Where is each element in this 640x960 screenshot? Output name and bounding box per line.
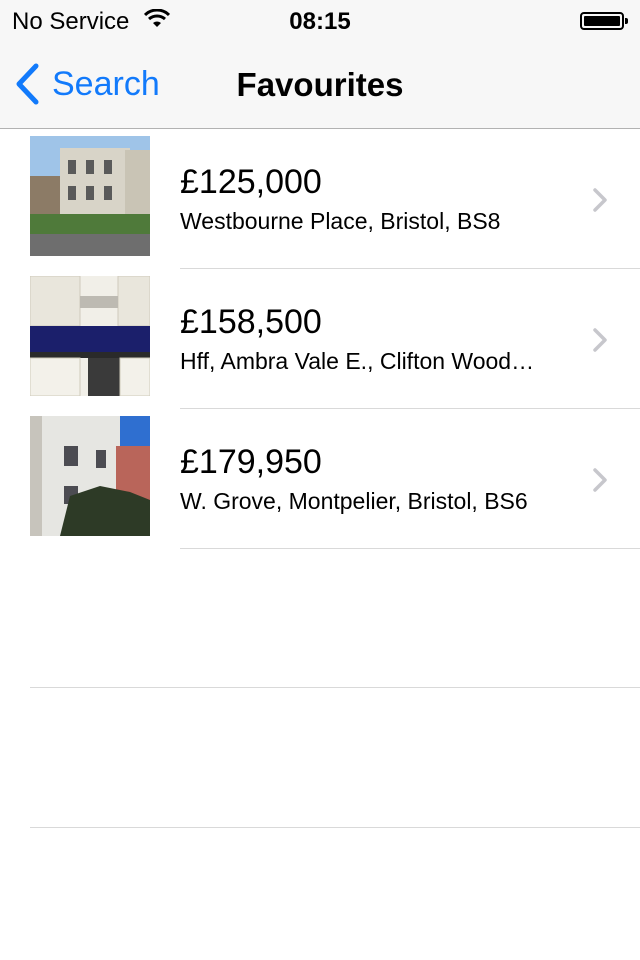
page-title: Favourites <box>236 66 404 103</box>
empty-row-separator <box>30 687 640 688</box>
house-photo-thumbnail <box>30 136 150 256</box>
empty-row-separator <box>30 827 640 828</box>
favourites-list: £125,000 Westbourne Place, Bristol, BS8 … <box>0 129 640 549</box>
battery-icon <box>580 12 628 30</box>
row-separator <box>180 548 640 549</box>
list-item[interactable]: £125,000 Westbourne Place, Bristol, BS8 <box>0 129 640 269</box>
chevron-right-icon <box>592 467 608 498</box>
navigation-bar: Search Favourites <box>0 40 640 128</box>
listing-address: Westbourne Place, Bristol, BS8 <box>180 208 501 234</box>
list-item[interactable]: £158,500 Hff, Ambra Vale E., Clifton Woo… <box>0 269 640 409</box>
clock: 08:15 <box>289 8 351 35</box>
listing-address: W. Grove, Montpelier, Bristol, BS6 <box>180 488 528 514</box>
terrace-photo-thumbnail <box>30 416 150 536</box>
listing-price: £158,500 <box>180 303 322 341</box>
listing-price: £125,000 <box>180 163 322 201</box>
list-item[interactable]: £179,950 W. Grove, Montpelier, Bristol, … <box>0 409 640 549</box>
listing-address: Hff, Ambra Vale E., Clifton Wood… <box>180 348 535 374</box>
status-bar: No Service 08:15 <box>0 0 640 40</box>
top-bar: No Service 08:15 Search Favourites <box>0 0 640 129</box>
kitchen-photo-thumbnail <box>30 276 150 396</box>
listing-price: £179,950 <box>180 443 322 481</box>
chevron-right-icon <box>592 187 608 218</box>
chevron-right-icon <box>592 327 608 358</box>
